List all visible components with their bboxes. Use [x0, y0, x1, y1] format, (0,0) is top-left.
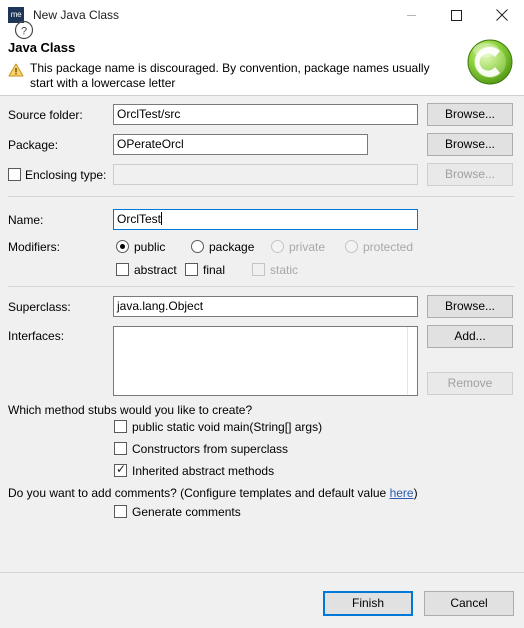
warning-message: This package name is discouraged. By con…: [8, 61, 440, 91]
title-bar: me New Java Class: [0, 0, 524, 30]
superclass-browse-button[interactable]: Browse...: [427, 295, 513, 318]
section-divider-2: [8, 286, 514, 287]
interfaces-remove-button: Remove: [427, 372, 513, 395]
stub-checkbox-constructors[interactable]: [114, 442, 127, 455]
warning-text: This package name is discouraged. By con…: [30, 61, 430, 90]
name-label: Name:: [8, 213, 44, 227]
comments-question-suffix: ): [413, 486, 418, 500]
enclosing-type-label: Enclosing type:: [25, 168, 107, 182]
checkmark-icon: ✓: [116, 462, 127, 476]
interfaces-scrollbar[interactable]: [407, 327, 417, 395]
help-question-icon[interactable]: ?: [14, 20, 34, 40]
close-icon[interactable]: [479, 0, 524, 30]
page-title: Java Class: [8, 40, 76, 55]
new-java-class-dialog: me New Java Class Java Class This packag…: [0, 0, 524, 628]
text-caret: [161, 212, 163, 225]
modifier-radio-package-label: package: [209, 240, 255, 254]
interfaces-add-button[interactable]: Add...: [427, 325, 513, 348]
modifier-radio-public-label: public: [134, 240, 166, 254]
source-folder-label: Source folder:: [8, 108, 83, 122]
enclosing-type-checkbox[interactable]: [8, 168, 21, 181]
comments-question: Do you want to add comments? (Configure …: [8, 486, 418, 500]
minimize-icon[interactable]: [389, 0, 434, 30]
interfaces-list[interactable]: [113, 326, 418, 396]
interfaces-label: Interfaces:: [8, 329, 65, 343]
maximize-icon[interactable]: [434, 0, 479, 30]
modifier-checkbox-final-label: final: [203, 263, 226, 277]
modifier-checkbox-abstract[interactable]: [116, 263, 129, 276]
modifier-radio-protected: [345, 240, 358, 253]
enclosing-type-browse-button: Browse...: [427, 163, 513, 186]
modifier-radio-public[interactable]: [116, 240, 129, 253]
source-folder-browse-button[interactable]: Browse...: [427, 103, 513, 126]
package-label: Package:: [8, 138, 59, 152]
modifier-radio-private: [271, 240, 284, 253]
generate-comments-label: Generate comments: [132, 505, 241, 519]
cancel-button[interactable]: Cancel: [424, 591, 514, 616]
stub-checkbox-main-label: public static void main(String[] args): [132, 420, 323, 434]
package-browse-button[interactable]: Browse...: [427, 133, 513, 156]
warning-triangle-icon: [8, 62, 24, 78]
comments-question-prefix: Do you want to add comments? (Configure …: [8, 486, 390, 500]
stub-checkbox-inherited-label: Inherited abstract methods: [132, 464, 275, 478]
superclass-input[interactable]: java.lang.Object: [113, 296, 418, 317]
window-controls: [389, 0, 524, 30]
green-class-wizard-icon: [464, 36, 516, 88]
package-input[interactable]: OPerateOrcl: [113, 134, 368, 155]
dialog-header: Java Class This package name is discoura…: [0, 30, 524, 96]
name-input[interactable]: OrclTest: [113, 209, 418, 230]
superclass-label: Superclass:: [8, 300, 71, 314]
finish-button[interactable]: Finish: [323, 591, 413, 616]
modifier-checkbox-static-label: static: [270, 263, 299, 277]
enclosing-type-input: [113, 164, 418, 185]
name-input-value: OrclTest: [117, 212, 162, 226]
modifier-radio-protected-label: protected: [363, 240, 414, 254]
window-title: New Java Class: [33, 8, 120, 22]
radio-dot: [120, 244, 125, 249]
dialog-body: Source folder: OrclTest/src Browse... Pa…: [0, 96, 524, 572]
modifier-checkbox-final[interactable]: [185, 263, 198, 276]
modifier-radio-private-label: private: [289, 240, 326, 254]
stub-checkbox-inherited[interactable]: ✓: [114, 462, 127, 477]
stub-checkbox-constructors-label: Constructors from superclass: [132, 442, 289, 456]
modifier-radio-package[interactable]: [191, 240, 204, 253]
section-divider-1: [8, 196, 514, 197]
method-stubs-question: Which method stubs would you like to cre…: [8, 403, 253, 417]
source-folder-input[interactable]: OrclTest/src: [113, 104, 418, 125]
modifiers-label: Modifiers:: [8, 240, 61, 254]
generate-comments-checkbox[interactable]: [114, 505, 127, 518]
stub-checkbox-main[interactable]: [114, 420, 127, 433]
modifier-checkbox-static: [252, 263, 265, 276]
svg-text:?: ?: [21, 25, 27, 37]
modifier-checkbox-abstract-label: abstract: [134, 263, 177, 277]
configure-templates-link[interactable]: here: [390, 486, 414, 500]
